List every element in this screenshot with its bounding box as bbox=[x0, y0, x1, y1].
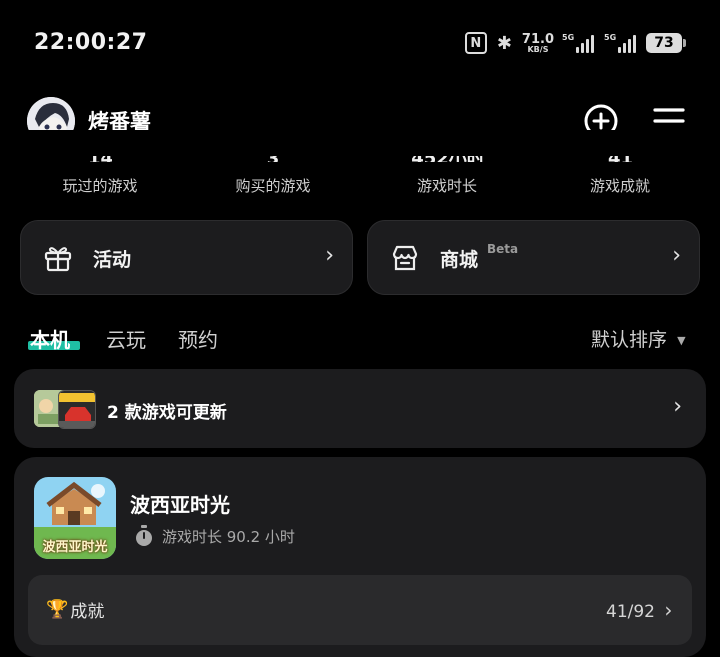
stat-bought-label[interactable]: 购买的游戏 bbox=[228, 175, 318, 196]
speed-unit: KB/S bbox=[527, 44, 549, 54]
achievements-count-value: 41/92 bbox=[606, 602, 655, 622]
beta-badge: Beta bbox=[487, 242, 519, 256]
achievements-label-group: 🏆 成就 bbox=[46, 597, 104, 622]
tab-reserve[interactable]: 预约 bbox=[178, 324, 218, 353]
store-label: 商城 bbox=[440, 249, 479, 271]
achievements-count: 41/92 › bbox=[606, 598, 672, 622]
achievements-label: 成就 bbox=[70, 602, 105, 622]
tab-cloud[interactable]: 云玩 bbox=[106, 324, 146, 353]
game-icon[interactable]: 波西亚时光 bbox=[34, 477, 116, 559]
network-type-2: 5G bbox=[604, 33, 617, 42]
game-icon-text: 波西亚时光 bbox=[42, 540, 108, 555]
stat-played-label[interactable]: 玩过的游戏 bbox=[55, 175, 145, 196]
nfc-icon: N bbox=[464, 32, 487, 54]
chevron-right-icon: › bbox=[673, 394, 682, 419]
sort-label: 默认排序 bbox=[591, 329, 668, 351]
store-card[interactable]: 商城 Beta › bbox=[367, 220, 700, 295]
store-icon bbox=[392, 245, 418, 271]
game-title[interactable]: 波西亚时光 bbox=[130, 489, 230, 518]
update-text: 2 款游戏可更新 bbox=[107, 403, 227, 423]
stopwatch-icon bbox=[136, 525, 152, 546]
network-type: 5G bbox=[562, 33, 575, 42]
status-icons: N ✱ 71.0 KB/S 5G 5G 73 bbox=[464, 30, 686, 56]
bluetooth-icon: ✱ bbox=[496, 32, 512, 54]
game-thumbnail bbox=[58, 390, 96, 429]
network-speed: 71.0 KB/S bbox=[522, 33, 554, 54]
chevron-right-icon: › bbox=[664, 598, 673, 622]
playtime-text: 游戏时长 90.2 小时 bbox=[162, 527, 295, 546]
caret-down-icon: ▼ bbox=[677, 334, 686, 347]
signal-icon-2: 5G bbox=[604, 33, 636, 53]
stat-achievements-label[interactable]: 游戏成就 bbox=[575, 175, 665, 196]
battery-icon: 73 bbox=[646, 33, 686, 53]
speed-value: 71.0 bbox=[521, 31, 554, 47]
chevron-right-icon: › bbox=[672, 243, 681, 268]
sort-dropdown[interactable]: 默认排序 ▼ bbox=[591, 325, 686, 352]
tab-local[interactable]: 本机 bbox=[30, 324, 70, 353]
achievements-row[interactable] bbox=[28, 575, 692, 645]
activity-label: 活动 bbox=[93, 249, 132, 271]
status-time: 22:00:27 bbox=[34, 30, 148, 55]
signal-icon: 5G bbox=[562, 33, 594, 53]
activity-card[interactable]: 活动 › bbox=[20, 220, 353, 295]
playtime: 游戏时长 90.2 小时 bbox=[134, 525, 295, 547]
gift-icon bbox=[44, 247, 72, 272]
stat-playtime-label[interactable]: 游戏时长 bbox=[402, 175, 492, 196]
trophy-icon: 🏆 bbox=[46, 599, 69, 620]
chevron-right-icon: › bbox=[325, 243, 334, 268]
